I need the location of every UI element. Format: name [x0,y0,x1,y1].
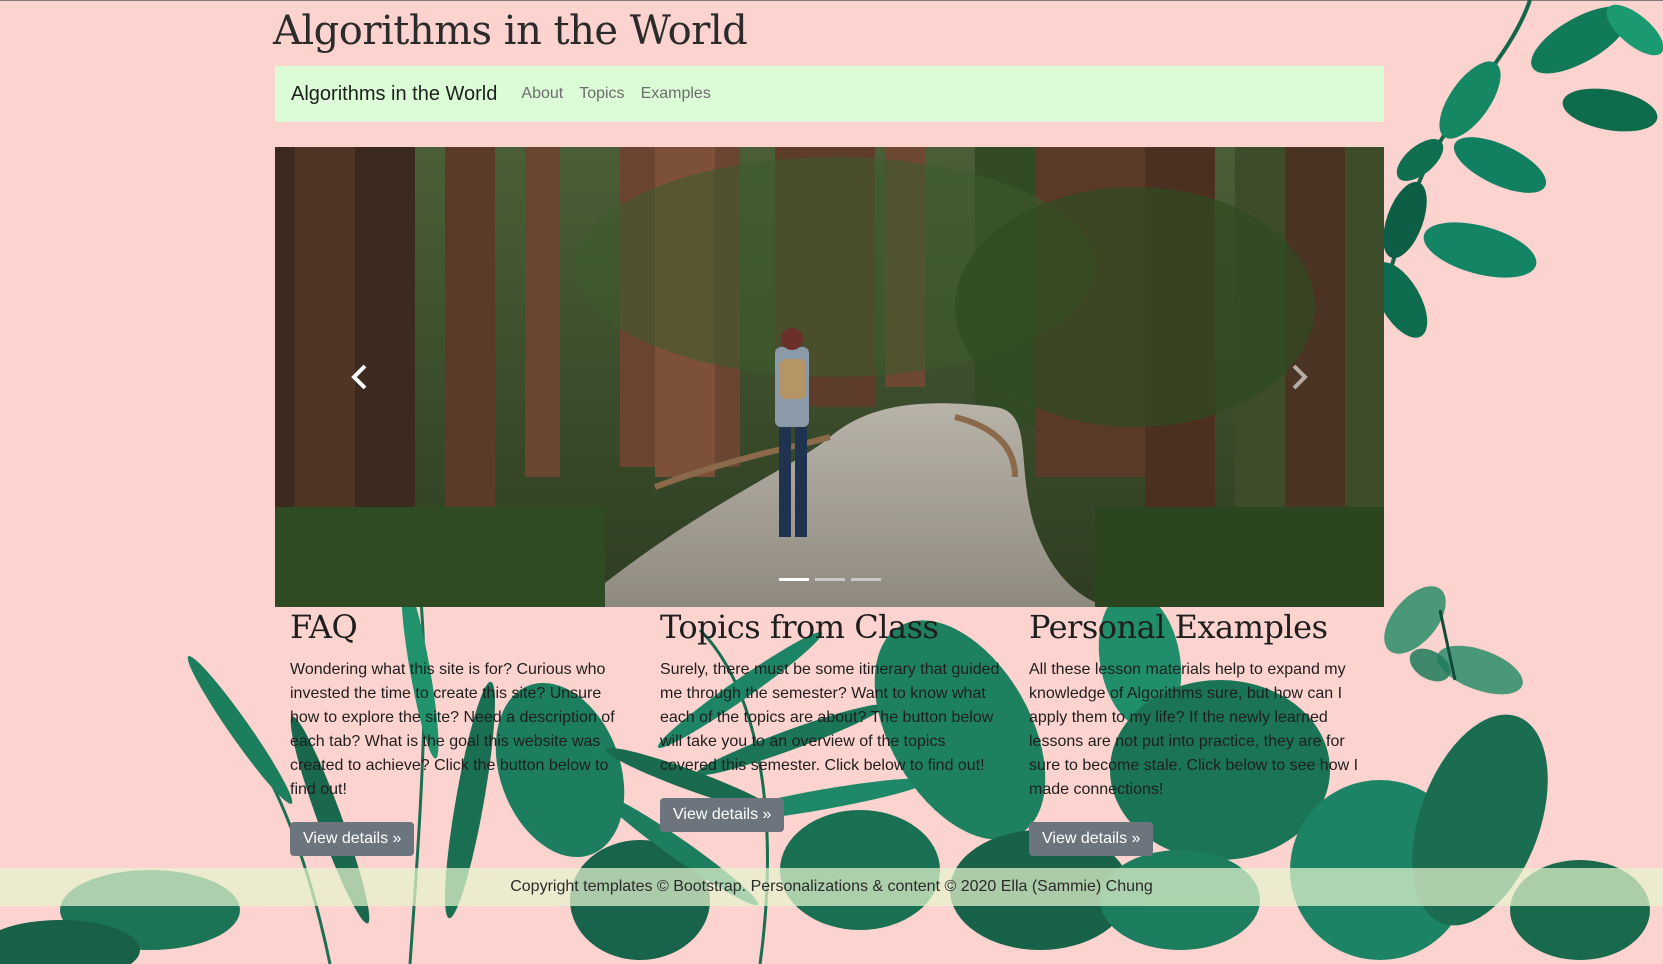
feature-title: FAQ [290,608,358,646]
leaves-decoration-top [1368,0,1663,338]
carousel-indicators [275,578,1384,581]
site-title: Algorithms in the World [273,8,748,54]
navbar: Algorithms in the World About Topics Exa… [275,66,1384,122]
feature-examples: Personal Examples All these lesson mater… [1029,608,1374,856]
nav-link-about[interactable]: About [521,85,563,103]
chevron-right-icon [1292,364,1308,390]
footer: Copyright templates © Bootstrap. Persona… [0,868,1663,906]
feature-topics: Topics from Class Surely, there must be … [660,608,1000,832]
feature-description: Wondering what this site is for? Curious… [290,661,615,798]
image-carousel [275,147,1384,607]
nav-link-topics[interactable]: Topics [579,85,624,103]
carousel-next-button[interactable] [1239,147,1359,607]
faq-view-details-button[interactable]: View details » [290,822,415,856]
feature-faq: FAQ Wondering what this site is for? Cur… [290,608,630,856]
feature-description: Surely, there must be some itinerary tha… [660,661,1000,774]
chevron-left-icon [351,364,367,390]
feature-description: All these lesson materials help to expan… [1029,661,1359,798]
navbar-brand[interactable]: Algorithms in the World [291,83,497,106]
carousel-indicator-3[interactable] [850,578,881,581]
carousel-indicator-2[interactable] [814,578,845,581]
carousel-prev-button[interactable] [300,147,420,607]
moth-illustration [1384,586,1523,695]
examples-view-details-button[interactable]: View details » [1029,822,1154,856]
topics-view-details-button[interactable]: View details » [660,798,785,832]
carousel-indicator-1[interactable] [778,578,809,581]
carousel-slide-image [275,147,1384,607]
nav-link-examples[interactable]: Examples [641,85,711,103]
footer-copyright: Copyright templates © Bootstrap. Persona… [510,878,1153,895]
top-border [0,0,1663,1]
feature-title: Topics from Class [660,608,939,646]
feature-title: Personal Examples [1029,608,1328,646]
